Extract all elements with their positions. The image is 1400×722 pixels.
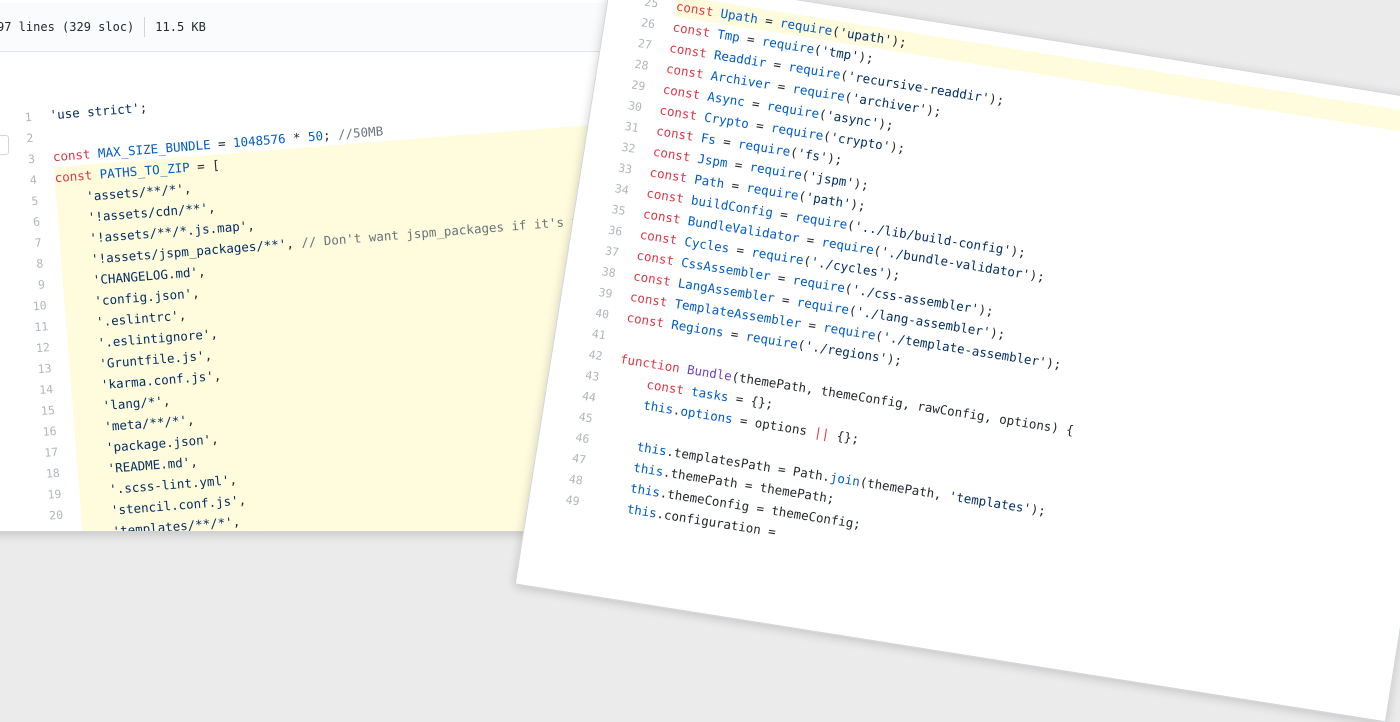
code-token: ); (889, 138, 907, 156)
code-token: = (773, 290, 799, 309)
file-lines-info: 97 lines (329 sloc) (0, 20, 135, 34)
code-token: , (213, 367, 222, 384)
code-token: = [ (189, 157, 221, 175)
code-token: ); (852, 175, 870, 193)
code-token: , (285, 235, 302, 252)
code-token: ); (877, 115, 895, 133)
code-token: ); (1009, 242, 1027, 261)
code-token: ); (826, 150, 844, 168)
code-token: ); (849, 196, 867, 214)
code-token: ; (139, 99, 148, 116)
code-token: Jspm (696, 150, 729, 171)
code-token: , (162, 392, 171, 409)
code-token: 'tmp' (820, 42, 860, 64)
code-token: , (246, 217, 256, 234)
code-token: 'fs' (796, 145, 829, 165)
code-token: ); (1045, 354, 1063, 373)
code-token: const (52, 145, 99, 165)
code-token: //50MB (337, 123, 384, 142)
code-token: ; (322, 126, 339, 144)
code-token: , (186, 412, 195, 428)
code-token: ); (890, 32, 908, 50)
code-token: = (722, 325, 747, 344)
code-token: = (209, 135, 234, 152)
code-token: = (798, 230, 823, 250)
code-token: , (178, 307, 187, 323)
code-token: ); (884, 265, 902, 283)
code-token: , (207, 199, 217, 216)
code-token: join (829, 469, 862, 489)
code-token: = (723, 176, 748, 195)
file-info-bar: 97 lines (329 sloc) 11.5 KB (0, 3, 631, 52)
code-token: = (728, 240, 753, 260)
code-token: , (197, 263, 206, 280)
code-token: {}; (828, 426, 861, 447)
code-token: , (228, 471, 238, 488)
code-token: = (765, 55, 790, 74)
code-token: Path (693, 171, 726, 192)
code-token: Tmp (716, 26, 741, 45)
code-token: const (53, 166, 101, 186)
code-token: ); (977, 301, 995, 319)
code-token: ); (1029, 501, 1047, 519)
code-token: , (189, 453, 199, 470)
right-code-panel: 25 const Upath = require('upath'); 26 const… (514, 0, 1400, 722)
code-token: = (769, 268, 795, 288)
code-token: = (799, 316, 825, 335)
code-token: = (769, 77, 794, 96)
code-token: , (209, 325, 219, 342)
right-code-block: 25 const Upath = require('upath'); 26 const… (538, 0, 1400, 640)
code-token: 50 (307, 128, 324, 145)
code-token: Upath (719, 5, 760, 27)
code-token: , (191, 285, 201, 301)
code-token: ); (857, 48, 875, 66)
code-token: , (210, 431, 220, 447)
code-token: ); (989, 324, 1007, 342)
code-token: * (284, 129, 309, 146)
code-token: = (714, 132, 740, 151)
code-token: 1048576 (232, 131, 287, 151)
code-token: , (183, 180, 192, 197)
code-token: = (756, 11, 782, 30)
code-token: = (747, 116, 773, 135)
file-size: 11.5 KB (155, 20, 206, 34)
code-token: = (726, 155, 751, 174)
code-token: tasks (690, 383, 730, 405)
code-token: Async (706, 88, 746, 110)
code-token: = (738, 29, 764, 49)
code-token: ); (1028, 267, 1046, 285)
code-token: ); (925, 102, 943, 120)
code-token: ); (988, 90, 1006, 108)
code-token: , (203, 347, 213, 363)
code-token: = (743, 94, 769, 113)
code-token: = (771, 205, 797, 224)
code-token: ); (885, 350, 904, 369)
code-token: , (232, 513, 241, 530)
